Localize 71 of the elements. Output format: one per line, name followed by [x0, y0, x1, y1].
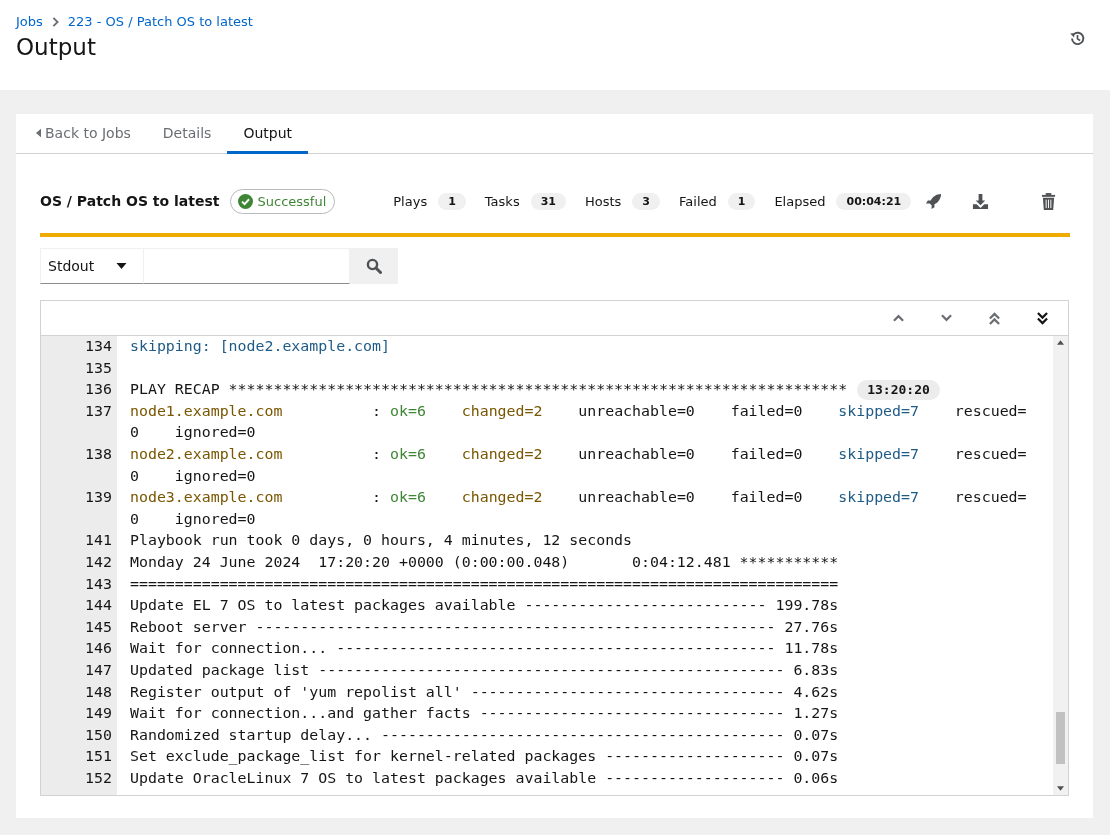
- search-field[interactable]: [144, 248, 350, 284]
- search-icon: [366, 258, 382, 274]
- line-number: 142: [84, 551, 113, 573]
- line-number: 136: [84, 379, 113, 401]
- log-line: Update OracleLinux 7 OS to latest packages available -------------------- 0.06s: [130, 768, 839, 787]
- scrollbar[interactable]: [1053, 336, 1068, 795]
- timestamp-badge: 13:20:20: [857, 380, 940, 401]
- log-line: Register output of 'yum repolist all' ----------------------------------- 4.62s: [130, 682, 839, 701]
- chevron-right-icon: [51, 16, 59, 27]
- line-number: 152: [84, 767, 113, 789]
- count-badge: 3: [632, 192, 660, 210]
- rocket-icon[interactable]: [925, 192, 943, 210]
- line-number: 147: [84, 659, 113, 681]
- caret-left-icon: [36, 127, 41, 138]
- download-icon[interactable]: [972, 192, 990, 210]
- log-line: Wait for connection...and gather facts ---------------------------------- 1.27s: [130, 704, 839, 723]
- log-line: Set exclude_package_list for kernel-related packages -------------------- 0.07s: [130, 747, 839, 766]
- tab[interactable]: Details: [146, 114, 228, 154]
- log-line: PLAY RECAP *********************************************************************: [130, 380, 848, 399]
- double-chevron-up-icon[interactable]: [989, 311, 1000, 325]
- line-number: 143: [84, 573, 113, 595]
- line-number: 138: [84, 443, 113, 465]
- trash-icon[interactable]: [1041, 192, 1057, 210]
- line-number: 150: [84, 724, 113, 746]
- line-number: 135: [84, 357, 113, 379]
- tab[interactable]: Output: [227, 114, 308, 154]
- scroll-down-icon[interactable]: [1057, 786, 1064, 791]
- log-line: Updated package list ---------------------------------------------------- 6.83s: [130, 660, 839, 679]
- line-number: 139: [84, 487, 113, 509]
- log-line: node3.example.com : ok=6 changed=2 unreachable=0 failed=0 skipped=7 rescued=0 ignored=0: [130, 488, 1027, 528]
- stat-label: Failed: [679, 193, 717, 209]
- stat-label: Plays: [393, 193, 428, 209]
- log-line: Randomized startup delay... --------------------------------------------- 0.07s: [130, 725, 839, 744]
- count-badge: 1: [727, 192, 756, 210]
- log-line: ===============================================================================: [130, 574, 839, 593]
- search-button[interactable]: [350, 248, 398, 284]
- log-line: skipping: [node2.example.com]: [130, 337, 390, 355]
- line-number: 144: [84, 595, 113, 617]
- log-line: Update EL 7 OS to latest packages available --------------------------- 199.78s: [130, 596, 839, 615]
- stat-label: Hosts: [585, 193, 622, 209]
- job-name: OS / Patch OS to latest: [40, 193, 220, 209]
- stat-label: Elapsed: [774, 193, 826, 209]
- line-number: 145: [84, 616, 113, 638]
- tab[interactable]: Back to Jobs: [36, 114, 147, 154]
- log-line: Playbook run took 0 days, 0 hours, 4 minutes, 12 seconds: [130, 531, 633, 550]
- line-number: 141: [84, 530, 113, 552]
- stdout-select[interactable]: Stdout: [40, 248, 144, 284]
- chevron-up-icon[interactable]: [893, 314, 904, 322]
- history-icon[interactable]: [1069, 30, 1086, 47]
- caret-down-icon: [116, 263, 127, 269]
- line-number: 134: [84, 336, 113, 357]
- page-title: Output: [16, 34, 97, 60]
- chevron-down-icon[interactable]: [941, 314, 952, 322]
- count-badge: 00:04:21: [836, 192, 912, 210]
- log-line: Wait for connection... ------------------------------------------------- 11.78s: [130, 639, 839, 658]
- stat-label: Tasks: [484, 193, 520, 209]
- scrollbar-thumb[interactable]: [1056, 712, 1065, 764]
- line-number: 148: [84, 681, 113, 703]
- double-chevron-down-icon[interactable]: [1037, 311, 1048, 325]
- log-line: Reboot server ---------------------------------------------------------- 27.76s: [130, 617, 839, 636]
- breadcrumb-link[interactable]: Jobs: [16, 14, 43, 29]
- line-number: 137: [84, 400, 113, 422]
- breadcrumb-link[interactable]: 223 - OS / Patch OS to latest: [67, 14, 253, 29]
- check-circle-icon: [237, 193, 253, 209]
- scroll-up-icon[interactable]: [1057, 340, 1064, 345]
- line-number: 146: [84, 638, 113, 660]
- line-number: 151: [84, 746, 113, 768]
- count-badge: 31: [530, 192, 566, 210]
- log-line: Monday 24 June 2024 17:20:20 +0000 (0:00:00.048) 0:04:12.481 ***********: [130, 552, 839, 571]
- line-number: 149: [84, 703, 113, 725]
- count-badge: 1: [438, 192, 466, 210]
